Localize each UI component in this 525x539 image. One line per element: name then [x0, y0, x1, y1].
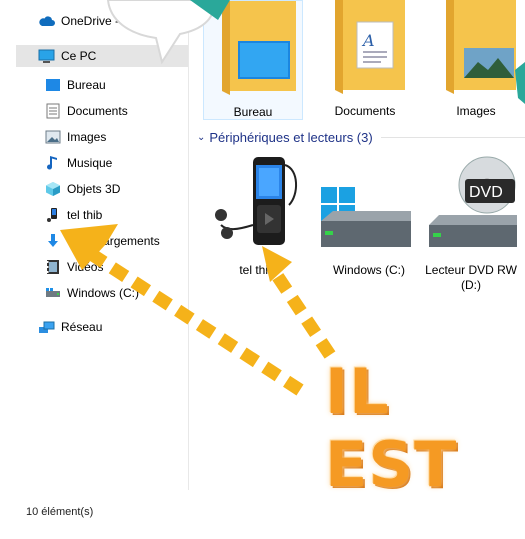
sidebar-item-reseau[interactable]: Réseau: [38, 316, 102, 338]
cloud-icon: [38, 13, 55, 29]
images-icon: [44, 129, 61, 145]
sidebar-item-label: Bureau: [67, 78, 106, 92]
sidebar-item-onedrive[interactable]: OneDrive -: [38, 10, 119, 32]
documents-icon: [44, 103, 61, 119]
device-dvd-d[interactable]: DVD Lecteur DVD RW (D:): [421, 155, 521, 320]
sidebar-item-label: Objets 3D: [67, 182, 121, 196]
windows-drive-icon: [321, 187, 411, 247]
device-label: Windows (C:): [332, 263, 405, 277]
sidebar-item-label: Vidéos: [67, 260, 104, 274]
drive-icon: [44, 285, 61, 301]
sidebar-item-documents[interactable]: Documents: [44, 100, 128, 122]
folder-images[interactable]: Images: [426, 0, 525, 120]
sidebar-item-label: tel thib: [67, 208, 103, 222]
sidebar-item-label: Ce PC: [61, 49, 97, 63]
section-title: Périphériques et lecteurs (3): [209, 130, 373, 145]
devices-section-header[interactable]: ⌄ Périphériques et lecteurs (3): [197, 130, 525, 145]
documents-folder-icon: A: [335, 0, 405, 94]
sidebar-item-label: Téléchargements: [67, 234, 160, 248]
folder-documents[interactable]: A Documents: [315, 0, 415, 120]
sidebar-item-label: Réseau: [61, 320, 103, 334]
annotation-text: IL EST: [325, 355, 458, 501]
svg-text:DVD: DVD: [469, 184, 503, 201]
folder-label: Documents: [334, 104, 396, 118]
sidebar-item-videos[interactable]: Vidéos: [44, 256, 103, 278]
device-label: tel thib: [239, 263, 275, 277]
desktop-icon: [44, 77, 61, 93]
sidebar-item-images[interactable]: Images: [44, 126, 106, 148]
folder-label: Images: [456, 104, 496, 118]
sidebar-item-label: OneDrive -: [61, 14, 120, 28]
device-label: Lecteur DVD RW (D:): [425, 263, 517, 292]
folder-bureau[interactable]: Bureau: [203, 0, 303, 120]
dvd-drive-icon: DVD: [429, 156, 517, 247]
status-bar-count: 10 élément(s): [26, 506, 94, 518]
computer-icon: [38, 48, 55, 64]
device-windows-c[interactable]: Windows (C:): [319, 155, 419, 320]
sidebar-item-label: Musique: [67, 156, 113, 170]
sidebar-item-tel-thib[interactable]: tel thib: [44, 204, 102, 226]
navigation-pane: OneDrive - Ce PC Bureau Documents Images…: [0, 0, 188, 490]
video-icon: [44, 259, 61, 275]
images-folder-icon: [446, 0, 516, 94]
sidebar-item-windows-c[interactable]: Windows (C:): [44, 282, 139, 304]
media-player-icon: [215, 157, 297, 245]
folder-label: Bureau: [233, 105, 273, 119]
device-tel-thib[interactable]: tel thib: [207, 155, 307, 320]
svg-text:A: A: [361, 31, 375, 50]
network-icon: [38, 319, 55, 335]
download-icon: [44, 233, 61, 249]
sidebar-item-ce-pc[interactable]: Ce PC: [16, 45, 188, 67]
sidebar-item-bureau[interactable]: Bureau: [44, 74, 106, 96]
cube-icon: [44, 181, 61, 197]
section-divider: [380, 137, 525, 138]
sidebar-item-telechargements[interactable]: Téléchargements: [44, 230, 160, 252]
chevron-down-icon: ⌄: [197, 132, 206, 143]
music-icon: [44, 155, 61, 171]
sidebar-item-objets-3d[interactable]: Objets 3D: [44, 178, 120, 200]
sidebar-item-label: Documents: [67, 104, 128, 118]
phone-icon: [44, 207, 61, 223]
sidebar-item-label: Windows (C:): [67, 286, 140, 300]
desktop-folder-icon: [222, 1, 296, 95]
sidebar-item-musique[interactable]: Musique: [44, 152, 112, 174]
sidebar-item-label: Images: [67, 130, 107, 144]
